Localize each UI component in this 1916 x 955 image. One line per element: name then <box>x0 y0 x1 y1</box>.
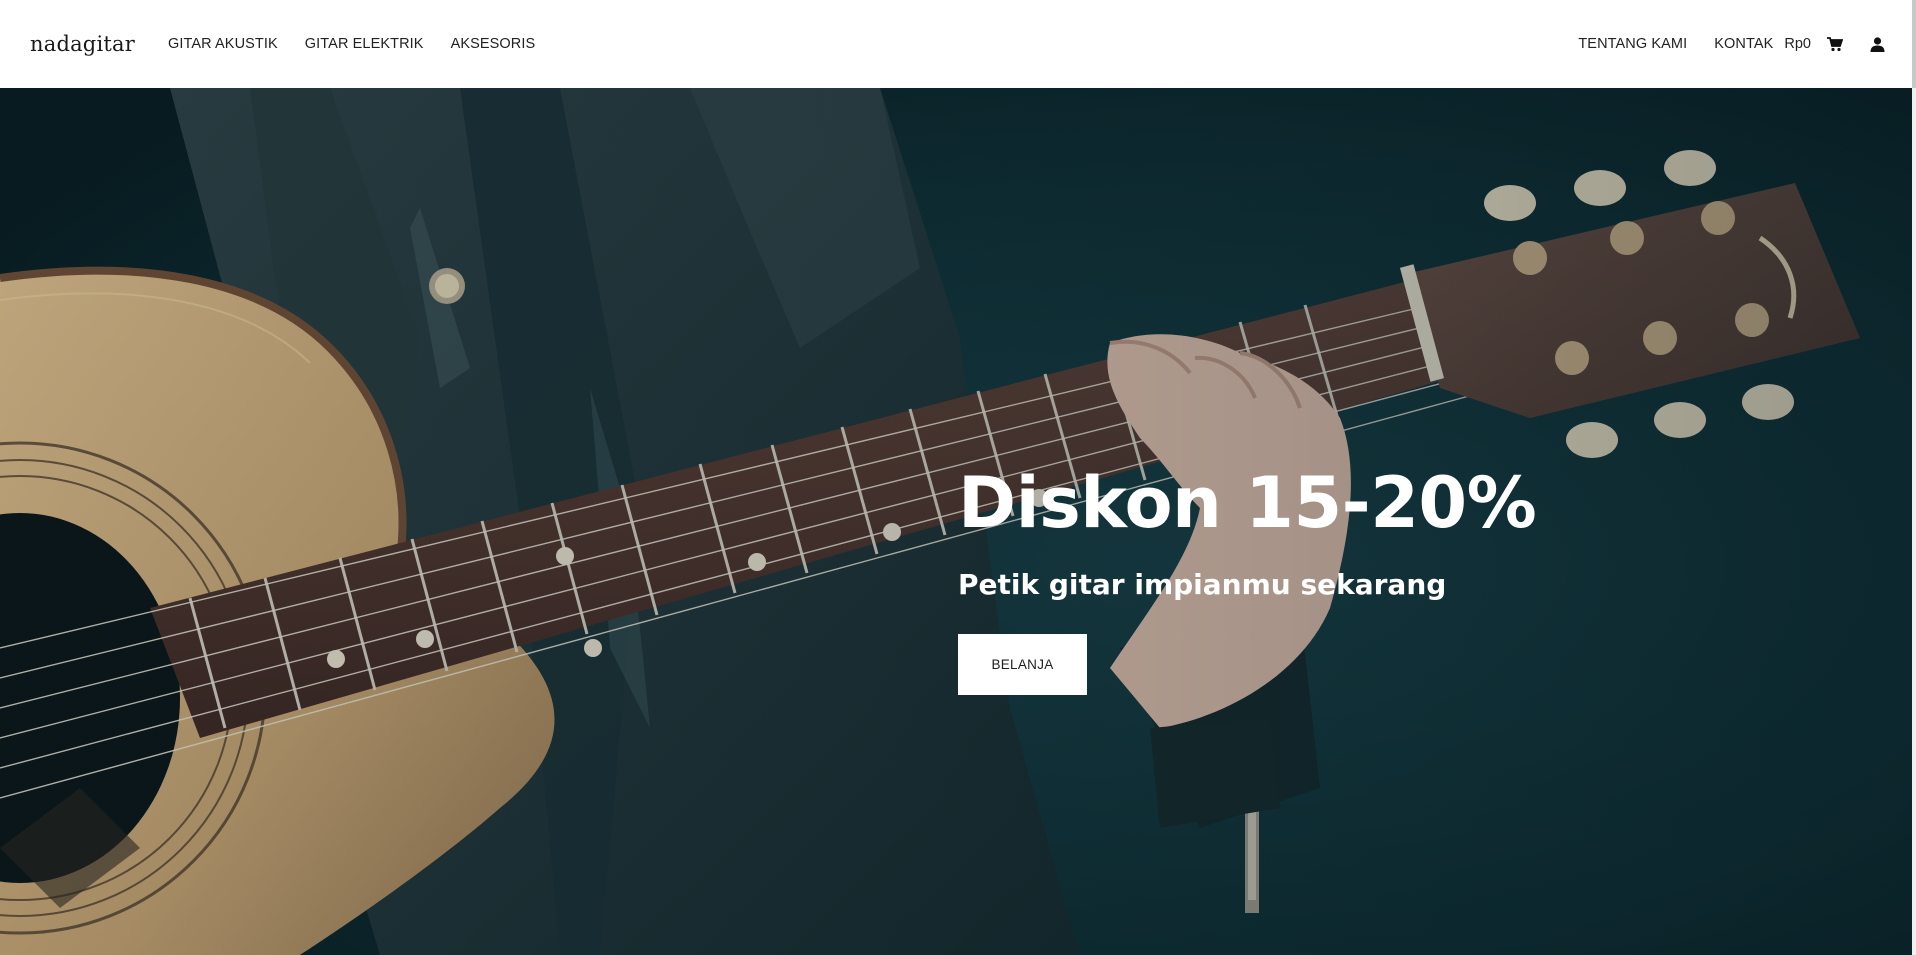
shop-button[interactable]: BELANJA <box>958 634 1087 695</box>
hero-content: Diskon 15-20% Petik gitar impianmu sekar… <box>958 462 1537 695</box>
nav-link-aksesoris[interactable]: AKSESORIS <box>451 36 536 52</box>
user-icon[interactable] <box>1868 35 1886 53</box>
hero-subtitle: Petik gitar impianmu sekarang <box>958 568 1447 601</box>
page-scrollbar[interactable] <box>1912 0 1916 955</box>
cart-total[interactable]: Rp0 <box>1784 36 1811 52</box>
nav-link-gitar-akustik[interactable]: GITAR AKUSTIK <box>168 36 278 52</box>
nav-link-tentang-kami[interactable]: TENTANG KAMI <box>1578 36 1687 52</box>
main-nav: GITAR AKUSTIK GITAR ELEKTRIK AKSESORIS <box>168 36 562 52</box>
secondary-nav: TENTANG KAMI KONTAK Rp0 <box>1578 35 1886 53</box>
nav-link-gitar-elektrik[interactable]: GITAR ELEKTRIK <box>305 36 424 52</box>
site-logo[interactable]: nadagitar <box>30 32 135 56</box>
hero-title: Diskon 15-20% <box>958 462 1537 544</box>
cart-icon[interactable] <box>1826 35 1844 53</box>
site-header: nadagitar GITAR AKUSTIK GITAR ELEKTRIK A… <box>0 0 1916 88</box>
hero-banner: Diskon 15-20% Petik gitar impianmu sekar… <box>0 88 1916 955</box>
scrollbar-thumb[interactable] <box>1912 0 1916 88</box>
nav-link-kontak[interactable]: KONTAK <box>1714 36 1773 52</box>
